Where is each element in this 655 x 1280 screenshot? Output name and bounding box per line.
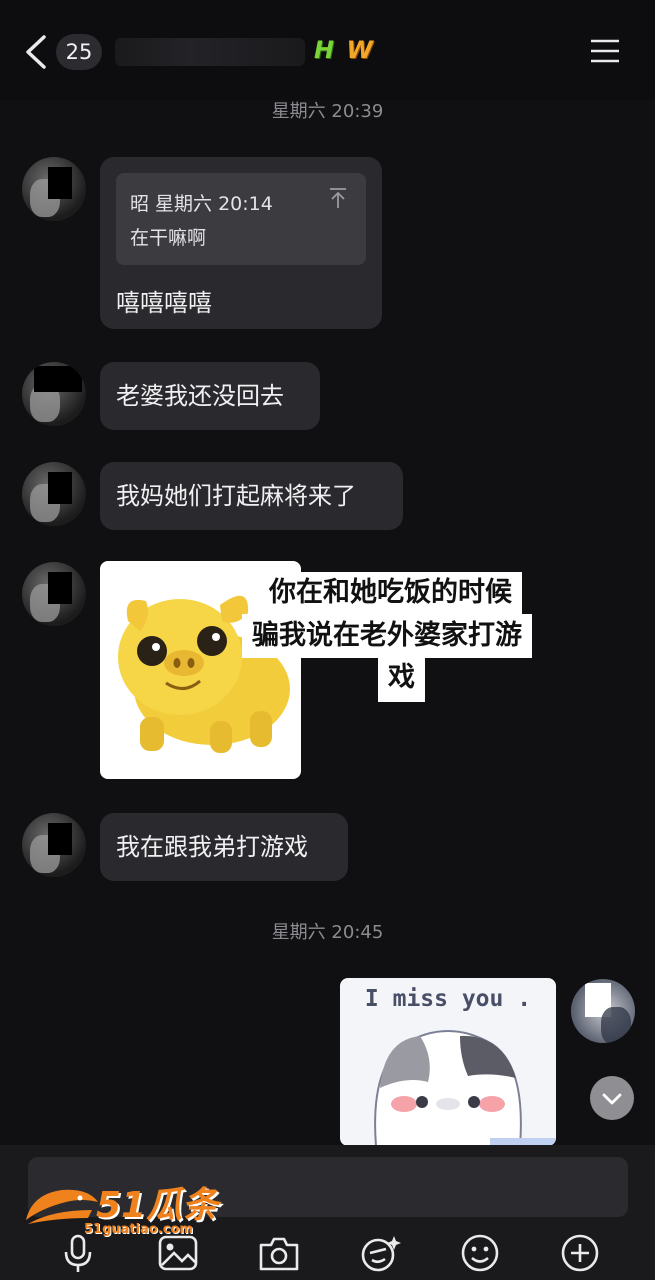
chevron-down-icon [602, 1093, 622, 1105]
avatar-censor-box [48, 572, 72, 604]
mic-icon[interactable] [56, 1233, 100, 1273]
timestamp: 星期六 20:39 [271, 101, 384, 122]
sticker-icon[interactable] [358, 1233, 402, 1273]
site-watermark: 51瓜条 51guatiao.com [22, 1176, 227, 1238]
contact-avatar[interactable] [22, 813, 86, 877]
message-text: 老婆我还没回去 [116, 382, 284, 410]
message-bubble[interactable]: 我妈她们打起麻将来了 [100, 462, 403, 530]
emoji-icon[interactable] [458, 1233, 502, 1273]
contact-avatar[interactable] [22, 462, 86, 526]
contact-avatar[interactable] [22, 562, 86, 626]
chat-header: 25 H W [0, 0, 655, 100]
my-avatar[interactable] [571, 979, 635, 1043]
message-text: 嘻嘻嘻嘻 [116, 289, 212, 317]
message-text: 我在跟我弟打游戏 [116, 833, 308, 861]
scroll-to-bottom-button[interactable] [590, 1076, 634, 1120]
camera-icon[interactable] [257, 1233, 301, 1273]
avatar-figure [601, 1007, 631, 1043]
avatar-censor-box [48, 823, 72, 855]
nickname-letter-2: W [346, 36, 375, 64]
sticker-caption-line: 你在和她吃饭的时候 [259, 572, 522, 614]
menu-icon[interactable] [590, 38, 620, 64]
watermark-brand: 51瓜条 [96, 1185, 219, 1226]
timestamp: 星期六 20:45 [271, 922, 384, 943]
back-arrow-icon[interactable] [22, 34, 52, 70]
avatar-censor-box [34, 366, 82, 392]
nickname-letter-1: H [314, 36, 337, 64]
sticker-text: I miss you . [364, 986, 532, 1012]
message-bubble-quoted[interactable]: 昭 星期六 20:14 在干嘛啊 嘻嘻嘻嘻 [100, 157, 382, 329]
contact-nickname: H W [314, 36, 375, 64]
contact-avatar[interactable] [22, 362, 86, 426]
message-bubble[interactable]: 我在跟我弟打游戏 [100, 813, 348, 881]
sticker-caption-line: 戏 [378, 658, 425, 702]
jump-to-quote-icon[interactable] [328, 187, 348, 209]
message-text: 我妈她们打起麻将来了 [116, 482, 356, 510]
unread-count-badge[interactable]: 25 [56, 34, 102, 70]
image-icon[interactable] [156, 1233, 200, 1273]
quoted-message[interactable]: 昭 星期六 20:14 在干嘛啊 [116, 173, 366, 265]
avatar-censor-box [48, 167, 72, 199]
sticker-caption-line: 骗我说在老外婆家打游 [242, 614, 532, 658]
contact-name-blurred [115, 38, 305, 66]
avatar-censor-box [48, 472, 72, 504]
quote-meta: 昭 星期六 20:14 [130, 193, 273, 215]
message-bubble[interactable]: 老婆我还没回去 [100, 362, 320, 430]
quote-text: 在干嘛啊 [130, 227, 207, 249]
miss-you-sticker-image[interactable]: I miss you . [340, 978, 556, 1146]
contact-avatar[interactable] [22, 157, 86, 221]
plus-icon[interactable] [558, 1233, 602, 1273]
watermark-url: 51guatiao.com [84, 1222, 193, 1237]
